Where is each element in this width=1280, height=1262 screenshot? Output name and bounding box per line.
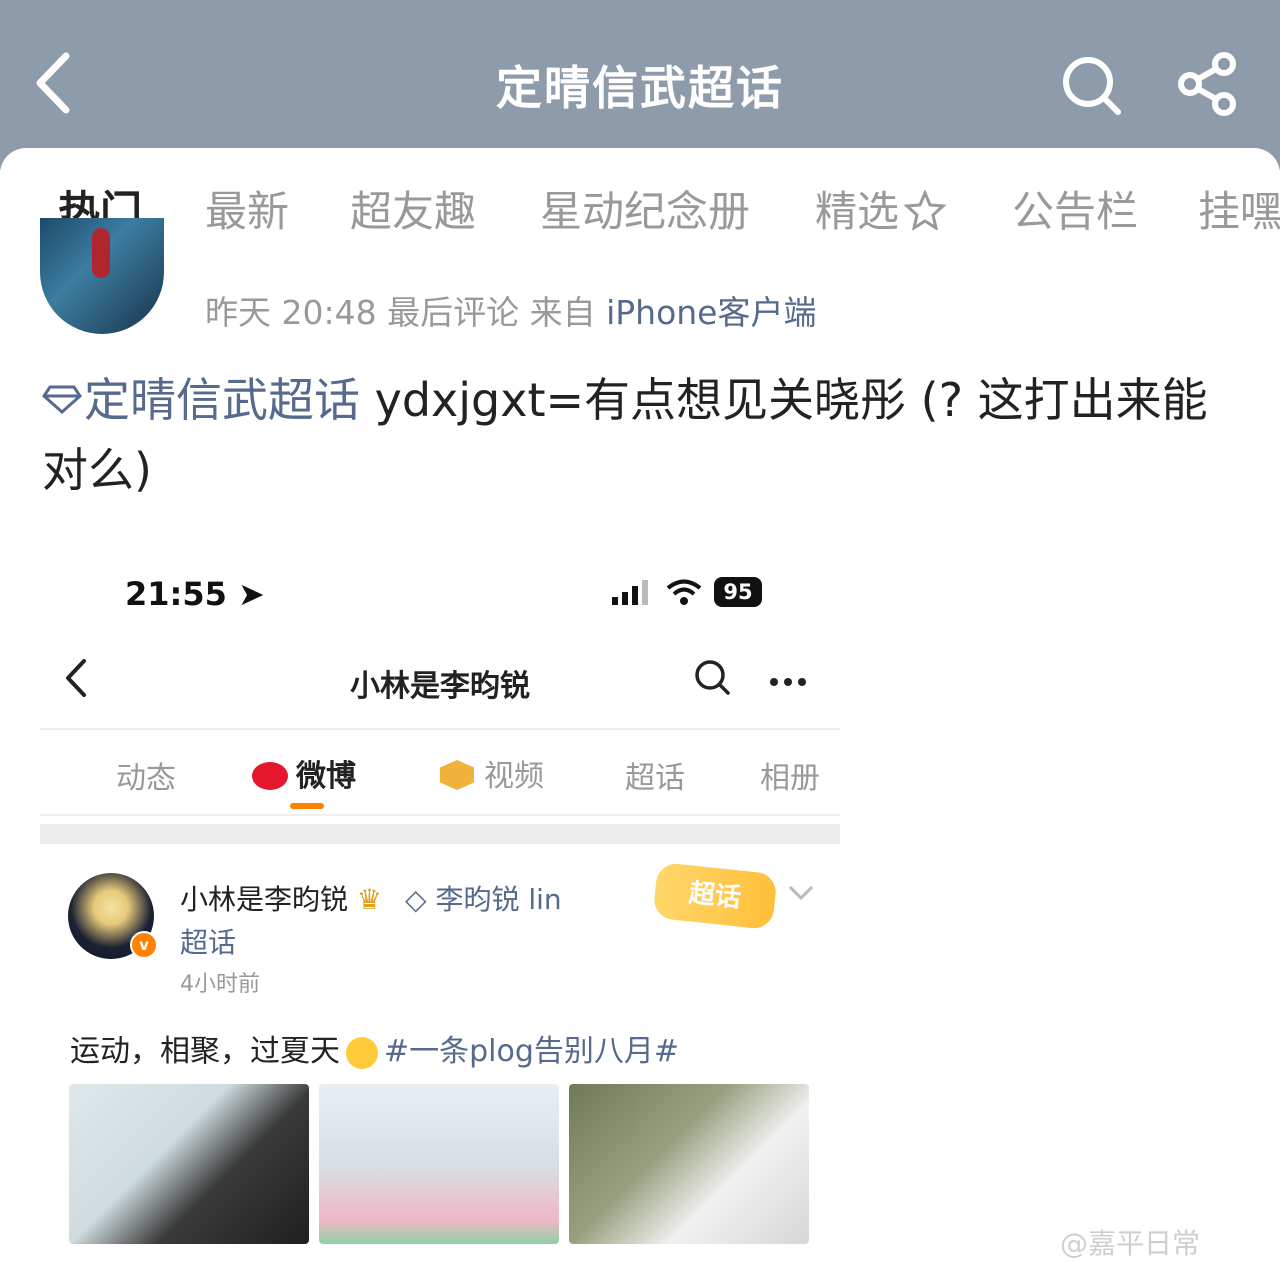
section-separator — [40, 824, 840, 844]
hashtag-link[interactable]: #一条plog告别八月# — [384, 1034, 679, 1069]
post-meta: 昨天 20:48 最后评论 来自 iPhone客户端 — [205, 286, 817, 334]
inner-tab-super[interactable]: 超话 — [625, 753, 685, 797]
inner-post-text: 运动，相聚，过夏天 #一条plog告别八月# — [70, 1026, 679, 1070]
tab-fun[interactable]: 超友趣 — [350, 178, 476, 239]
weibo-logo-icon — [252, 762, 288, 790]
tab-more[interactable]: 挂嘿 — [1198, 178, 1280, 239]
tab-album[interactable]: 星动纪念册 — [540, 178, 750, 239]
inner-super-link-label: 李昀锐 lin — [435, 883, 562, 916]
diamond-icon — [42, 363, 82, 433]
search-icon[interactable] — [1058, 50, 1128, 120]
from-label: 来自 — [529, 293, 596, 332]
inner-user-name[interactable]: 小林是李昀锐 ♛ — [180, 878, 382, 918]
inner-super-link-2[interactable]: 超话 — [180, 921, 236, 961]
crown-icon: ♛ — [356, 883, 383, 916]
chevron-down-icon[interactable] — [788, 883, 814, 903]
topic-link[interactable]: 定晴信武超话 — [42, 373, 360, 427]
verified-badge-icon: v — [130, 931, 158, 959]
inner-tab-photos[interactable]: 相册 — [760, 753, 820, 797]
inner-user-name-label: 小林是李昀锐 — [180, 883, 349, 916]
diamond-icon: ◇ — [405, 883, 427, 916]
inner-tab-feed-label[interactable]: 动态 — [116, 753, 176, 797]
divider — [40, 814, 840, 816]
photo-1[interactable] — [69, 1084, 309, 1244]
post-body: 定晴信武超话 ydxjgxt=有点想见关晓彤 (? 这打出来能对么) — [42, 363, 1242, 505]
photo-3[interactable] — [569, 1084, 809, 1244]
photo-2[interactable] — [319, 1084, 559, 1244]
tab-featured-label: 精选 — [815, 187, 900, 236]
back-arrow-icon[interactable] — [28, 48, 88, 118]
tab-latest[interactable]: 最新 — [205, 178, 289, 239]
tab-bar: 热门 最新 超友趣 星动纪念册 精选 公告栏 挂嘿 — [0, 178, 1280, 248]
tab-featured[interactable]: 精选 — [815, 178, 947, 240]
post-time: 昨天 20:48 — [205, 293, 377, 332]
star-icon — [903, 189, 947, 240]
inner-tab-indicator — [290, 803, 324, 809]
top-bar: 定晴信武超话 — [0, 0, 1280, 170]
share-icon[interactable] — [1174, 50, 1244, 120]
watermark: @嘉平日常 — [1060, 1227, 1201, 1260]
inner-tabs-layer: 动态 微博 视频 超话 相册 — [40, 553, 840, 853]
smile-emoji-icon — [346, 1036, 378, 1069]
inner-tab-video-label: 视频 — [484, 759, 544, 794]
last-comment-label: 最后评论 — [387, 293, 520, 332]
avatar[interactable] — [40, 218, 164, 334]
super-sticker: 超话 — [652, 861, 778, 931]
page-title: 定晴信武超话 — [496, 61, 784, 115]
topic-link-label: 定晴信武超话 — [84, 373, 360, 427]
inner-tab-weibo-label: 微博 — [296, 759, 356, 794]
inner-tab-weibo[interactable]: 微博 — [252, 751, 356, 795]
inner-post-card: v 小林是李昀锐 ♛ ◇ 李昀锐 lin 超话 4小时前 超话 运动，相聚，过夏… — [40, 858, 840, 1244]
tab-notice[interactable]: 公告栏 — [1012, 178, 1138, 239]
inner-body-text: 运动，相聚，过夏天 — [70, 1034, 340, 1069]
post-source[interactable]: iPhone客户端 — [606, 293, 816, 332]
inner-super-link[interactable]: ◇ 李昀锐 lin — [405, 878, 562, 918]
inner-tab-video[interactable]: 视频 — [440, 751, 544, 795]
photo-grid — [69, 1084, 811, 1244]
play-icon — [440, 760, 474, 790]
inner-time: 4小时前 — [180, 972, 260, 997]
